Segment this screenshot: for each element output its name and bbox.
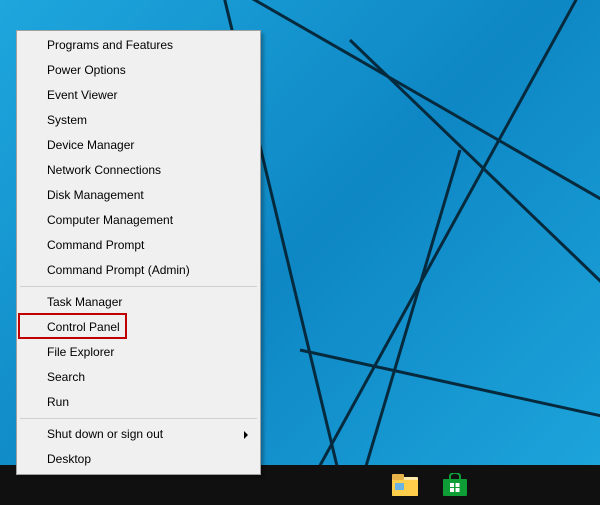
menu-separator: [20, 286, 257, 287]
menu-item-label: Disk Management: [47, 188, 144, 202]
menu-item-label: File Explorer: [47, 345, 114, 359]
menu-item-label: Power Options: [47, 63, 126, 77]
menu-item-shut-down-or-sign-out[interactable]: Shut down or sign out: [19, 422, 258, 447]
file-explorer-icon[interactable]: [388, 470, 422, 500]
menu-item-label: Search: [47, 370, 85, 384]
menu-item-power-options[interactable]: Power Options: [19, 58, 258, 83]
menu-item-label: Task Manager: [47, 295, 122, 309]
menu-item-label: Command Prompt (Admin): [47, 263, 190, 277]
menu-item-network-connections[interactable]: Network Connections: [19, 158, 258, 183]
menu-item-control-panel[interactable]: Control Panel: [19, 315, 258, 340]
menu-item-run[interactable]: Run: [19, 390, 258, 415]
menu-item-label: Control Panel: [47, 320, 120, 334]
menu-item-label: Run: [47, 395, 69, 409]
menu-item-desktop[interactable]: Desktop: [19, 447, 258, 472]
menu-item-command-prompt-admin[interactable]: Command Prompt (Admin): [19, 258, 258, 283]
store-icon[interactable]: [438, 470, 472, 500]
menu-separator: [20, 418, 257, 419]
winx-context-menu: Programs and Features Power Options Event …: [16, 30, 261, 475]
menu-item-label: Command Prompt: [47, 238, 144, 252]
menu-item-search[interactable]: Search: [19, 365, 258, 390]
menu-item-label: Event Viewer: [47, 88, 117, 102]
menu-item-task-manager[interactable]: Task Manager: [19, 290, 258, 315]
menu-item-label: Programs and Features: [47, 38, 173, 52]
menu-item-computer-management[interactable]: Computer Management: [19, 208, 258, 233]
menu-item-label: Desktop: [47, 452, 91, 466]
menu-item-programs-and-features[interactable]: Programs and Features: [19, 33, 258, 58]
menu-item-label: Computer Management: [47, 213, 173, 227]
menu-item-label: Shut down or sign out: [47, 427, 163, 441]
menu-item-file-explorer[interactable]: File Explorer: [19, 340, 258, 365]
menu-item-system[interactable]: System: [19, 108, 258, 133]
menu-item-event-viewer[interactable]: Event Viewer: [19, 83, 258, 108]
menu-item-command-prompt[interactable]: Command Prompt: [19, 233, 258, 258]
menu-item-device-manager[interactable]: Device Manager: [19, 133, 258, 158]
menu-item-label: System: [47, 113, 87, 127]
menu-item-disk-management[interactable]: Disk Management: [19, 183, 258, 208]
submenu-arrow-icon: [244, 431, 248, 439]
menu-item-label: Network Connections: [47, 163, 161, 177]
menu-item-label: Device Manager: [47, 138, 134, 152]
